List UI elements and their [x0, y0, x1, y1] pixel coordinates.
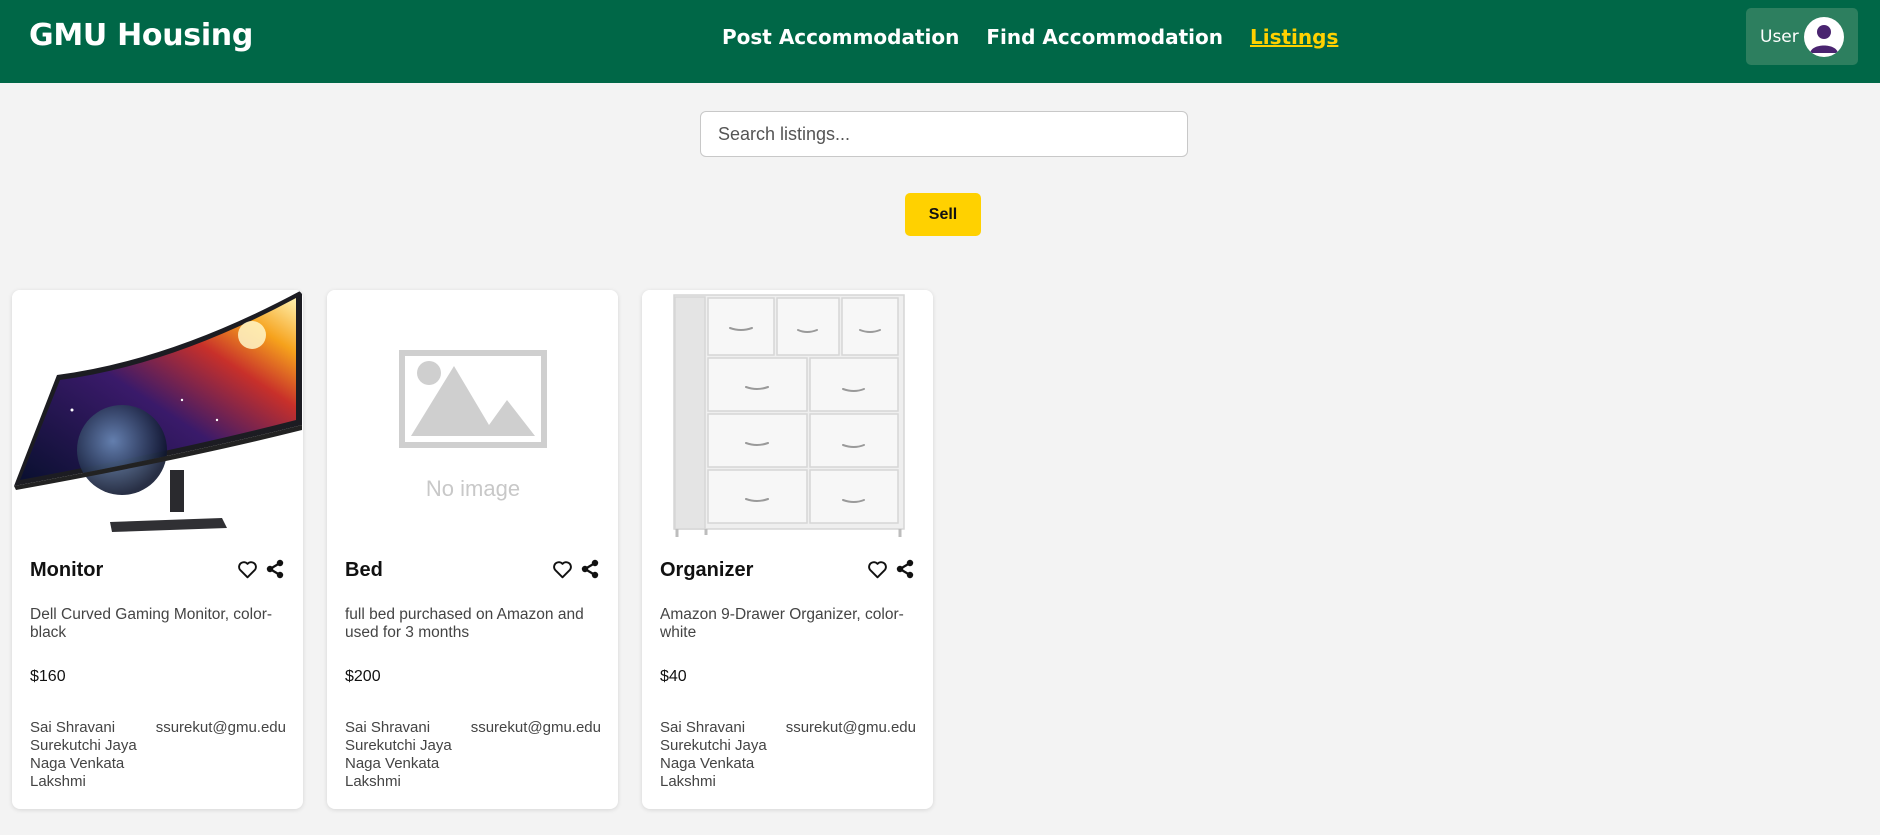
seller-email[interactable]: ssurekut@gmu.edu [152, 719, 286, 737]
heart-icon[interactable] [867, 560, 888, 584]
no-image-text: No image [426, 476, 520, 501]
user-label: User [1760, 26, 1799, 47]
search-input[interactable] [700, 111, 1188, 157]
main-nav: Post Accommodation Find Accommodation Li… [722, 25, 1338, 55]
user-avatar-icon [1804, 17, 1844, 57]
share-icon[interactable] [265, 559, 285, 584]
listing-card[interactable]: Monitor Dell Curved Gaming Monitor, colo… [12, 290, 303, 809]
seller-name: Sai Shravani Surekutchi Jaya Naga Venkat… [345, 719, 452, 790]
seller-name: Sai Shravani Surekutchi Jaya Naga Venkat… [30, 719, 137, 790]
seller-email[interactable]: ssurekut@gmu.edu [467, 719, 601, 737]
sell-button[interactable]: Sell [905, 193, 981, 236]
listing-description: Dell Curved Gaming Monitor, color-black [30, 606, 273, 641]
listing-description: Amazon 9-Drawer Organizer, color-white [660, 606, 904, 641]
listing-price: $160 [30, 668, 66, 685]
listing-title: Organizer [660, 559, 754, 581]
brand-title[interactable]: GMU Housing [29, 18, 253, 53]
heart-icon[interactable] [237, 560, 258, 584]
organizer-photo [642, 290, 933, 540]
listing-card[interactable]: Organizer Amazon 9-Drawer Organizer, col… [642, 290, 933, 809]
user-menu-button[interactable]: User [1746, 8, 1858, 65]
listing-title: Monitor [30, 559, 104, 581]
no-image-placeholder: No image [327, 290, 618, 540]
share-icon[interactable] [895, 559, 915, 584]
listing-title: Bed [345, 559, 383, 581]
heart-icon[interactable] [552, 560, 573, 584]
nav-listings[interactable]: Listings [1250, 25, 1338, 55]
seller-name: Sai Shravani Surekutchi Jaya Naga Venkat… [660, 719, 767, 790]
share-icon[interactable] [580, 559, 600, 584]
listing-price: $200 [345, 668, 381, 685]
nav-find-accommodation[interactable]: Find Accommodation [986, 25, 1223, 55]
listing-description: full bed purchased on Amazon and used fo… [345, 606, 584, 641]
top-navbar: GMU Housing Post Accommodation Find Acco… [0, 0, 1880, 83]
monitor-photo [12, 290, 303, 540]
listing-price: $40 [660, 668, 687, 685]
listing-card[interactable]: No image Bed full bed purchased on Amazo… [327, 290, 618, 809]
nav-post-accommodation[interactable]: Post Accommodation [722, 25, 959, 55]
seller-email[interactable]: ssurekut@gmu.edu [782, 719, 916, 737]
